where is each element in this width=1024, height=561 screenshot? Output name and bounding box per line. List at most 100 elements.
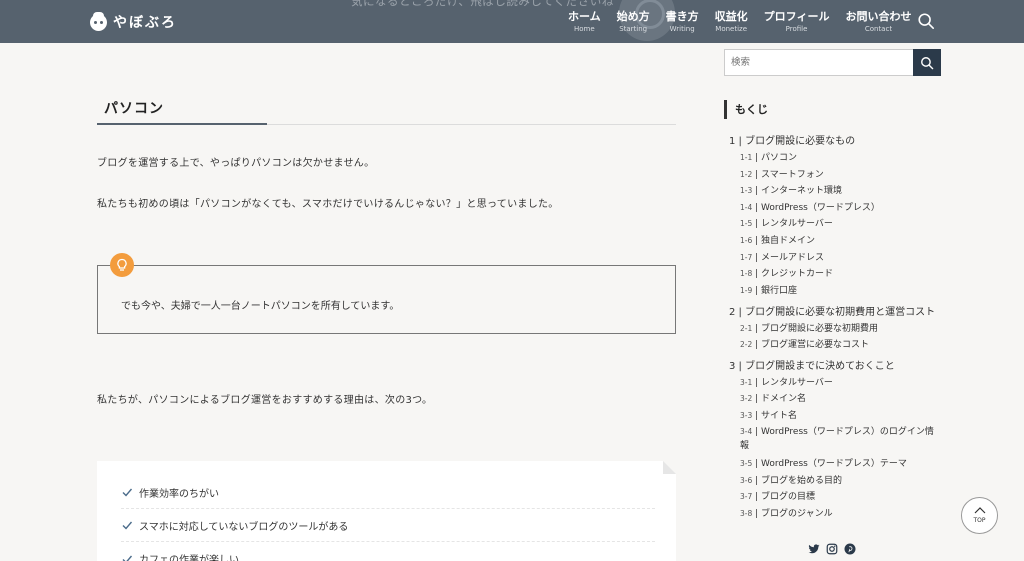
toc-label: インターネット環境 bbox=[761, 186, 843, 196]
toc-subitem[interactable]: 1-5 | レンタルサーバー bbox=[740, 216, 833, 229]
toc-subitem[interactable]: 3-2 | ドメイン名 bbox=[740, 391, 806, 404]
paragraph: 私たちが、パソコンによるブログ運営をおすすめする理由は、次の3つ。 bbox=[97, 395, 433, 406]
toc-subitem[interactable]: 1-8 | クレジットカード bbox=[740, 266, 833, 279]
toc-num: 3 bbox=[729, 361, 736, 372]
toc-label: メールアドレス bbox=[761, 253, 825, 263]
toc-subitem[interactable]: 3-7 | ブログの目標 bbox=[740, 489, 815, 502]
section-heading: パソコン bbox=[97, 96, 676, 125]
toc-subitem[interactable]: 1-6 | 独自ドメイン bbox=[740, 233, 815, 246]
nav-label: お問い合わせ bbox=[845, 10, 912, 23]
toc-label: ブログ開設に必要な初期費用と運営コスト bbox=[745, 307, 936, 318]
toc-label: ブログ開設に必要なもの bbox=[745, 136, 856, 147]
toc-num: 3-1 bbox=[740, 378, 753, 387]
toc-num: 1-7 bbox=[740, 253, 753, 262]
search-button[interactable] bbox=[913, 49, 941, 76]
toc-subitem[interactable]: 3-1 | レンタルサーバー bbox=[740, 375, 833, 388]
note-box: でも今や、夫婦で一人一台ノートパソコンを所有しています。 bbox=[97, 253, 676, 334]
toc-subitem[interactable]: 1-4 | WordPress（ワードプレス） bbox=[740, 200, 880, 213]
toc-subitem[interactable]: 3-8 | ブログのジャンル bbox=[740, 506, 833, 519]
toc-subitem[interactable]: 1-9 | 銀行口座 bbox=[740, 283, 797, 296]
toc-subitem[interactable]: 3-3 | サイト名 bbox=[740, 408, 797, 421]
nav-item-monetize[interactable]: 収益化 Monetize bbox=[707, 9, 756, 34]
instagram-icon[interactable] bbox=[826, 543, 838, 555]
toc-label: スマートフォン bbox=[761, 170, 824, 180]
toc-label: WordPress（ワードプレス）のログイン情報 bbox=[740, 427, 934, 451]
toc-num: 1-1 bbox=[740, 153, 753, 162]
nav-item-starting[interactable]: 始め方 Starting bbox=[609, 9, 658, 34]
toc-num: 1 bbox=[729, 136, 736, 147]
toc-label: 独自ドメイン bbox=[761, 236, 816, 246]
toc-label: サイト名 bbox=[761, 411, 798, 421]
global-nav: ホーム Home 始め方 Starting 書き方 Writing 収益化 Mo… bbox=[560, 9, 919, 34]
toc-subitem[interactable]: 3-4 | WordPress（ワードプレス）のログイン情報 bbox=[740, 425, 940, 453]
toc-num: 1-2 bbox=[740, 170, 753, 179]
toc-label: ブログのジャンル bbox=[761, 509, 833, 519]
toc-label: レンタルサーバー bbox=[761, 378, 833, 388]
nav-sublabel: Home bbox=[574, 25, 595, 33]
toc-item[interactable]: 2 | ブログ開設に必要な初期費用と運営コスト bbox=[729, 303, 935, 318]
nav-sublabel: Monetize bbox=[715, 25, 748, 33]
site-header: 気になるところだけ、飛ばし読みしてくださいね やぼぶろ ホーム Home 始め方… bbox=[0, 0, 1024, 43]
toc-subitem[interactable]: 1-7 | メールアドレス bbox=[740, 250, 824, 263]
search-icon bbox=[921, 56, 934, 69]
toc-label: ブログ開設に必要な初期費用 bbox=[761, 324, 879, 334]
twitter-icon[interactable] bbox=[808, 543, 820, 555]
toc-item[interactable]: 3 | ブログ開設までに決めておくこと bbox=[729, 357, 895, 372]
toc-num: 1-4 bbox=[740, 203, 753, 212]
check-icon bbox=[122, 488, 133, 497]
nav-sublabel: Contact bbox=[864, 25, 893, 33]
heading-underline bbox=[97, 123, 267, 125]
toc-label: WordPress（ワードプレス） bbox=[761, 203, 880, 213]
folded-corner bbox=[663, 461, 676, 474]
social-links bbox=[808, 543, 856, 555]
toc-subitem[interactable]: 1-1 | パソコン bbox=[740, 150, 797, 163]
toc-num: 3-8 bbox=[740, 509, 753, 518]
site-logo[interactable]: やぼぶろ bbox=[90, 11, 177, 32]
toc-num: 2-1 bbox=[740, 324, 753, 333]
nav-item-profile[interactable]: プロフィール Profile bbox=[756, 9, 838, 34]
search-icon[interactable] bbox=[917, 12, 935, 30]
nav-item-home[interactable]: ホーム Home bbox=[560, 9, 609, 34]
toc-subitem[interactable]: 1-3 | インターネット環境 bbox=[740, 183, 842, 196]
chevron-up-icon bbox=[974, 507, 986, 514]
toc-subitem[interactable]: 3-6 | ブログを始める目的 bbox=[740, 473, 842, 486]
nav-sublabel: Profile bbox=[785, 25, 808, 33]
toc-subitem[interactable]: 2-2 | ブログ運営に必要なコスト bbox=[740, 337, 869, 350]
section-heading-text: パソコン bbox=[104, 101, 164, 117]
logo-icon bbox=[90, 11, 107, 31]
toc-subitem[interactable]: 3-5 | WordPress（ワードプレス）テーマ bbox=[740, 456, 907, 469]
nav-label: プロフィール bbox=[763, 10, 830, 23]
toc-num: 1-9 bbox=[740, 286, 753, 295]
list-item-text: スマホに対応していないブログのツールがある bbox=[139, 521, 349, 533]
toc-num: 3-7 bbox=[740, 492, 753, 501]
nav-sublabel: Writing bbox=[669, 25, 695, 33]
nav-label: 書き方 bbox=[665, 10, 699, 23]
scrolled-content-text: 気になるところだけ、飛ばし読みしてくださいね bbox=[351, 0, 614, 8]
nav-item-writing[interactable]: 書き方 Writing bbox=[658, 9, 707, 34]
toc-label: ドメイン名 bbox=[761, 394, 807, 404]
search-input[interactable] bbox=[724, 49, 914, 76]
nav-item-contact[interactable]: お問い合わせ Contact bbox=[837, 9, 919, 34]
pinterest-icon[interactable] bbox=[844, 543, 856, 555]
toc-title: もくじ bbox=[724, 100, 768, 119]
toc-label: WordPress（ワードプレス）テーマ bbox=[761, 459, 907, 469]
toc-num: 3-5 bbox=[740, 459, 753, 468]
back-to-top-button[interactable]: TOP bbox=[961, 497, 998, 534]
toc-subitem[interactable]: 1-2 | スマートフォン bbox=[740, 167, 824, 180]
toc-subitem[interactable]: 2-1 | ブログ開設に必要な初期費用 bbox=[740, 321, 878, 334]
nav-sublabel: Starting bbox=[619, 25, 648, 33]
toc-num: 3-3 bbox=[740, 411, 753, 420]
toc-label: 銀行口座 bbox=[761, 286, 798, 296]
toc-num: 1-3 bbox=[740, 186, 753, 195]
toc-label: ブログ開設までに決めておくこと bbox=[745, 361, 895, 372]
list-item-text: カフェの作業が楽しい bbox=[139, 555, 239, 561]
toc-label: ブログ運営に必要なコスト bbox=[761, 340, 870, 350]
checklist-box: 作業効率のちがい スマホに対応していないブログのツールがある カフェの作業が楽し… bbox=[97, 461, 676, 561]
nav-label: 収益化 bbox=[714, 10, 748, 23]
check-icon bbox=[122, 521, 133, 530]
toc-label: パソコン bbox=[761, 153, 798, 163]
nav-label: 始め方 bbox=[616, 10, 650, 23]
toc-num: 1-6 bbox=[740, 236, 753, 245]
toc-num: 1-5 bbox=[740, 219, 753, 228]
toc-item[interactable]: 1 | ブログ開設に必要なもの bbox=[729, 132, 855, 147]
